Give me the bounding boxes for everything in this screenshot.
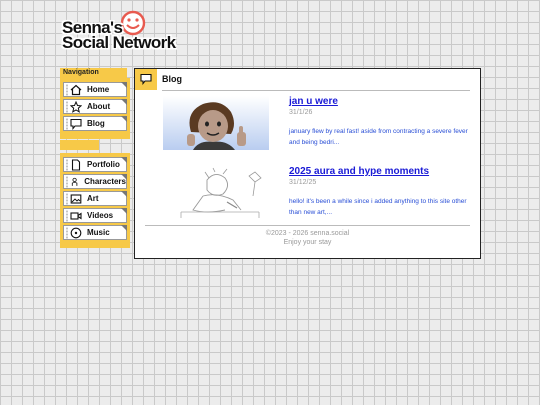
sidebar-item-music[interactable]: Music xyxy=(63,225,127,240)
picture-icon xyxy=(70,193,82,204)
footer-copyright: ©2023 - 2026 senna.social xyxy=(265,230,350,237)
navigation-heading: Navigation xyxy=(60,68,127,78)
nav-group-main: Home About Blog xyxy=(60,78,130,139)
nav-group-creative: Portfolio Characters Art Videos Music xyxy=(60,153,130,248)
sidebar-item-label: Characters xyxy=(84,177,126,186)
panel-header-icon-box xyxy=(135,69,157,90)
person-icon xyxy=(71,177,78,186)
post-date: 31/1/26 xyxy=(289,109,313,116)
logo-line2: Social Network xyxy=(62,33,176,52)
sidebar-item-label: Portfolio xyxy=(87,160,120,169)
site-logo[interactable]: Senna's Social Network xyxy=(62,9,180,55)
sidebar-item-videos[interactable]: Videos xyxy=(63,208,127,223)
speech-bubble-icon xyxy=(70,118,82,130)
footer-divider xyxy=(145,225,470,226)
nav-divider xyxy=(60,140,99,150)
sidebar-item-art[interactable]: Art xyxy=(63,191,127,206)
panel-header: Blog xyxy=(135,69,480,91)
speech-bubble-icon xyxy=(140,73,152,85)
header-divider xyxy=(162,90,470,91)
post-title-link[interactable]: jan u were xyxy=(289,96,338,107)
sidebar-item-label: Home xyxy=(87,85,110,94)
star-icon xyxy=(70,100,82,113)
sidebar-item-label: Art xyxy=(87,194,99,203)
post-excerpt[interactable]: hello! it's been a while since i added a… xyxy=(289,196,469,218)
post-date: 31/12/25 xyxy=(289,179,317,186)
post-thumbnail[interactable] xyxy=(163,96,269,150)
sidebar-item-home[interactable]: Home xyxy=(63,82,127,97)
sidebar-item-label: Music xyxy=(87,228,110,237)
sidebar-item-label: Blog xyxy=(87,119,105,128)
post-excerpt[interactable]: january flew by real fast! aside from co… xyxy=(289,126,469,148)
music-disc-icon xyxy=(70,227,82,238)
sidebar-item-blog[interactable]: Blog xyxy=(63,116,127,131)
sidebar-item-portfolio[interactable]: Portfolio xyxy=(63,157,127,172)
page-title: Blog xyxy=(162,74,182,84)
footer-tagline: Enjoy your stay xyxy=(283,239,332,246)
document-icon xyxy=(71,158,81,171)
video-camera-icon xyxy=(70,211,82,220)
sidebar-item-label: About xyxy=(87,102,111,111)
post-title-link[interactable]: 2025 aura and hype moments xyxy=(289,166,429,177)
sidebar-item-characters[interactable]: Characters xyxy=(63,174,127,189)
home-icon xyxy=(70,84,82,95)
post-thumbnail[interactable] xyxy=(163,166,269,220)
blog-panel: Blog jan u were 31/1/26 january flew by … xyxy=(134,68,481,259)
sidebar-item-label: Videos xyxy=(87,211,114,220)
sidebar-item-about[interactable]: About xyxy=(63,99,127,114)
